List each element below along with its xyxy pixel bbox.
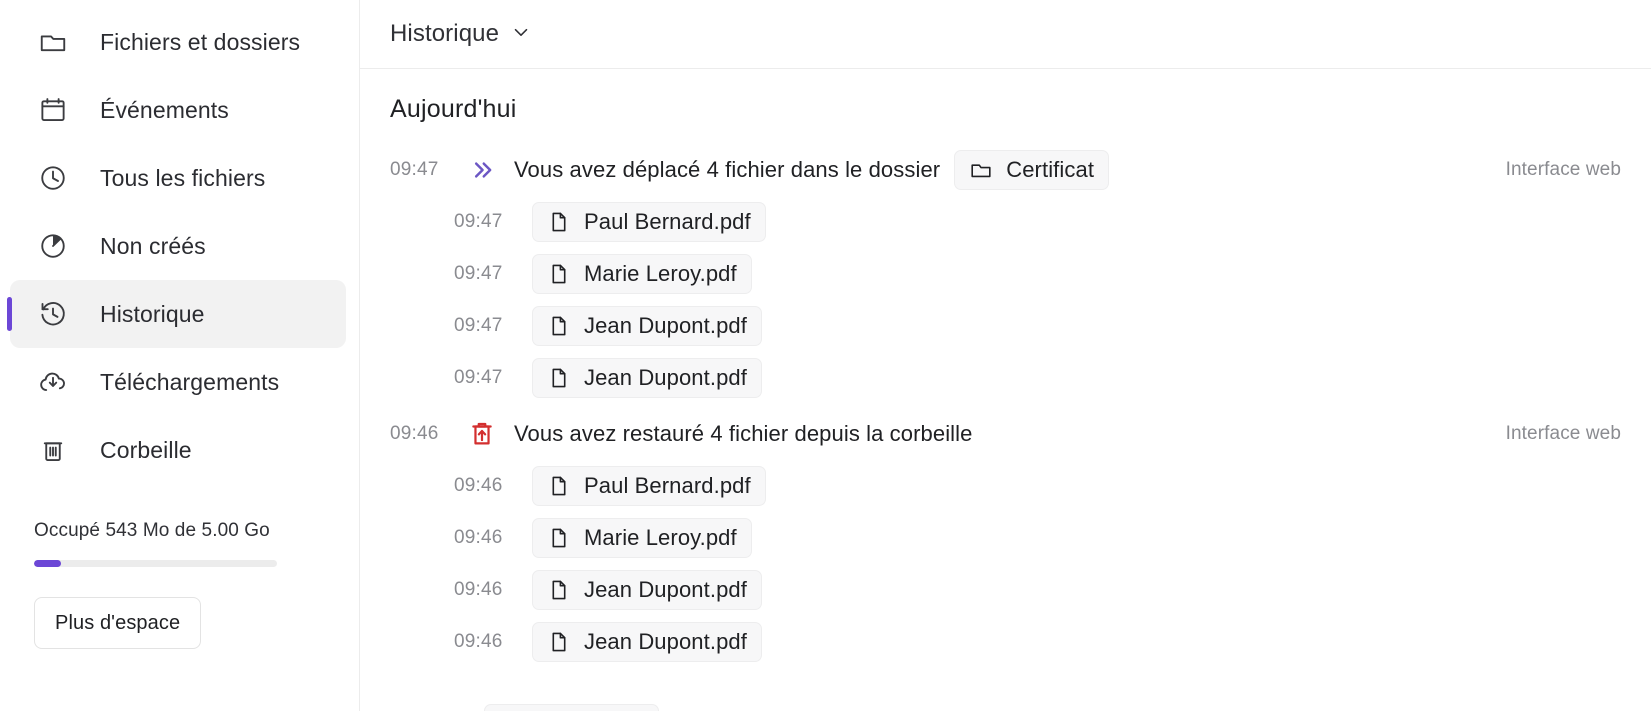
file-chip-label: Jean Dupont.pdf xyxy=(584,577,747,602)
history-event-row[interactable]: 09:46 Vous avez restauré 4 fichier depui… xyxy=(360,408,1651,460)
file-icon xyxy=(547,366,571,390)
file-icon xyxy=(547,210,571,234)
file-chip-wrap: Marie Leroy.pdf xyxy=(532,518,752,558)
pie-chart-icon xyxy=(36,229,70,263)
file-chip[interactable]: Paul Bernard.pdf xyxy=(532,202,766,242)
folder-icon xyxy=(36,25,70,59)
history-icon xyxy=(36,297,70,331)
cloud-download-icon xyxy=(36,365,70,399)
file-chip-label: Jean Dupont.pdf xyxy=(584,313,747,338)
event-time: 09:46 xyxy=(390,423,439,444)
file-time: 09:47 xyxy=(454,263,503,284)
file-time: 09:46 xyxy=(454,475,503,496)
sidebar-item-fichiers-et-dossiers[interactable]: Fichiers et dossiers xyxy=(10,8,346,76)
next-row-peek xyxy=(360,704,1651,711)
file-chip[interactable]: Paul Bernard.pdf xyxy=(532,466,766,506)
history-file-row[interactable]: 09:46 Paul Bernard.pdf xyxy=(360,460,1651,512)
storage-section: Occupé 543 Mo de 5.00 Go Plus d'espace xyxy=(0,520,360,649)
history-event-row[interactable]: 09:47 Vous avez déplacé 4 fichier dans l… xyxy=(360,144,1651,196)
file-chip[interactable]: Jean Dupont.pdf xyxy=(532,306,762,346)
sidebar-item-telechargements[interactable]: Téléchargements xyxy=(10,348,346,416)
sidebar-item-label: Corbeille xyxy=(100,436,192,463)
sidebar-item-evenements[interactable]: Événements xyxy=(10,76,346,144)
history-file-row[interactable]: 09:47 Jean Dupont.pdf xyxy=(360,352,1651,404)
file-chip[interactable]: Jean Dupont.pdf xyxy=(532,358,762,398)
file-chip-wrap: Jean Dupont.pdf xyxy=(532,622,762,662)
folder-icon xyxy=(969,158,993,182)
sidebar-item-label: Tous les fichiers xyxy=(100,164,266,191)
history-file-row[interactable]: 09:46 Jean Dupont.pdf xyxy=(360,616,1651,668)
folder-chip-label: Certificat xyxy=(1006,157,1095,182)
main-content: Historique Aujourd'hui 09:47 Vous avez d… xyxy=(360,0,1651,711)
sidebar-item-label: Fichiers et dossiers xyxy=(100,28,301,55)
sidebar-item-historique[interactable]: Historique xyxy=(10,280,346,348)
file-chip[interactable]: Marie Leroy.pdf xyxy=(532,518,752,558)
file-icon xyxy=(547,630,571,654)
file-chip-wrap: Jean Dupont.pdf xyxy=(532,570,762,610)
file-chip-wrap: Marie Leroy.pdf xyxy=(532,254,752,294)
event-description: Vous avez déplacé 4 fichier dans le doss… xyxy=(514,157,941,182)
history-file-row[interactable]: 09:46 Marie Leroy.pdf xyxy=(360,512,1651,564)
event-description: Vous avez restauré 4 fichier depuis la c… xyxy=(514,421,973,446)
sidebar-item-label: Historique xyxy=(100,300,205,327)
file-chip-label: Paul Bernard.pdf xyxy=(584,473,751,498)
event-source: Interface web xyxy=(1505,159,1621,180)
file-time: 09:46 xyxy=(454,579,503,600)
storage-usage-text: Occupé 543 Mo de 5.00 Go xyxy=(34,520,270,541)
history-file-row[interactable]: 09:47 Marie Leroy.pdf xyxy=(360,248,1651,300)
file-time: 09:47 xyxy=(454,211,503,232)
sidebar-item-tous-les-fichiers[interactable]: Tous les fichiers xyxy=(10,144,346,212)
file-chip[interactable]: Jean Dupont.pdf xyxy=(532,570,762,610)
day-heading: Aujourd'hui xyxy=(390,95,517,123)
file-time: 09:46 xyxy=(454,631,503,652)
sidebar-item-non-crees[interactable]: Non créés xyxy=(10,212,346,280)
file-chip-label: Jean Dupont.pdf xyxy=(584,365,747,390)
file-icon xyxy=(547,262,571,286)
sidebar-item-label: Non créés xyxy=(100,232,206,259)
file-time: 09:47 xyxy=(454,367,503,388)
sidebar-item-label: Événements xyxy=(100,96,229,123)
file-icon xyxy=(547,526,571,550)
file-chip-wrap: Jean Dupont.pdf xyxy=(532,358,762,398)
main-header: Historique xyxy=(360,0,1651,69)
trash-restore-icon xyxy=(464,420,500,448)
history-filter-dropdown[interactable]: Historique xyxy=(390,20,532,48)
storage-progress-bar xyxy=(34,560,277,567)
file-chip-label: Jean Dupont.pdf xyxy=(584,629,747,654)
file-time: 09:46 xyxy=(454,527,503,548)
more-space-button[interactable]: Plus d'espace xyxy=(34,597,202,649)
page-title: Historique xyxy=(390,20,500,47)
file-icon xyxy=(547,314,571,338)
double-chevron-right-icon xyxy=(464,156,500,184)
sidebar: Fichiers et dossiers Événements Tous les… xyxy=(0,0,360,711)
file-chip-label: Marie Leroy.pdf xyxy=(584,261,737,286)
file-chip-label: Paul Bernard.pdf xyxy=(584,209,751,234)
file-chip-partial[interactable] xyxy=(484,704,659,711)
storage-progress-fill xyxy=(34,560,61,567)
file-icon xyxy=(547,578,571,602)
history-file-row[interactable]: 09:46 Jean Dupont.pdf xyxy=(360,564,1651,616)
event-source: Interface web xyxy=(1505,423,1621,444)
file-chip-wrap: Paul Bernard.pdf xyxy=(532,202,766,242)
app-root: Fichiers et dossiers Événements Tous les… xyxy=(0,0,1651,711)
calendar-icon xyxy=(36,93,70,127)
file-icon xyxy=(547,474,571,498)
sidebar-nav: Fichiers et dossiers Événements Tous les… xyxy=(0,8,360,484)
file-chip[interactable]: Marie Leroy.pdf xyxy=(532,254,752,294)
sidebar-item-corbeille[interactable]: Corbeille xyxy=(10,416,346,484)
clock-icon xyxy=(36,161,70,195)
file-time: 09:47 xyxy=(454,315,503,336)
history-file-row[interactable]: 09:47 Jean Dupont.pdf xyxy=(360,300,1651,352)
file-chip-label: Marie Leroy.pdf xyxy=(584,525,737,550)
file-chip-wrap: Paul Bernard.pdf xyxy=(532,466,766,506)
trash-icon xyxy=(36,433,70,467)
folder-chip-certificat[interactable]: Certificat xyxy=(954,150,1110,190)
history-file-row[interactable]: 09:47 Paul Bernard.pdf xyxy=(360,196,1651,248)
event-time: 09:47 xyxy=(390,159,439,180)
chevron-down-icon[interactable] xyxy=(510,21,532,48)
file-chip-wrap: Jean Dupont.pdf xyxy=(532,306,762,346)
file-chip[interactable]: Jean Dupont.pdf xyxy=(532,622,762,662)
sidebar-item-label: Téléchargements xyxy=(100,368,280,395)
